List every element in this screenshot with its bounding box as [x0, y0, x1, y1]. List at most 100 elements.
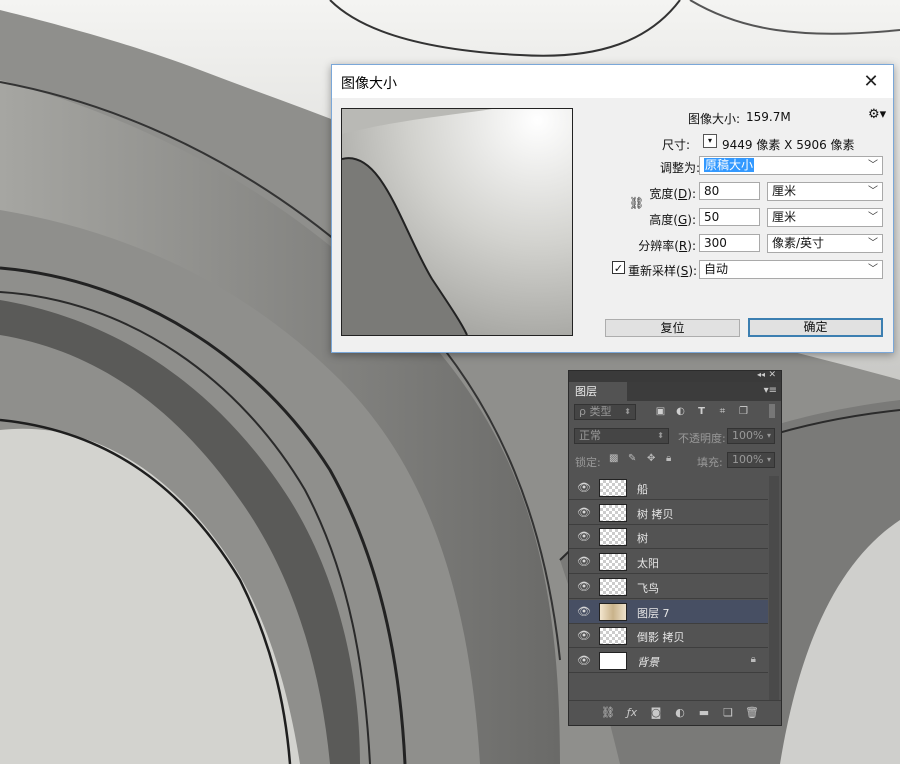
- filter-toggle[interactable]: [769, 404, 775, 418]
- image-preview[interactable]: [341, 108, 573, 336]
- layers-panel: ◂◂ ✕ 图层 ▾≡ ρ 类型 ⬍ ▣ ◐ T ⌗ ❐ 正常 ⬍ 不透明度: 100…: [568, 370, 782, 726]
- height-input[interactable]: 50: [699, 208, 760, 226]
- tab-layers[interactable]: 图层: [569, 382, 627, 401]
- stepper-icon: ⬍: [624, 407, 631, 416]
- resolution-unit-value: 像素/英寸: [772, 236, 825, 250]
- new-layer-icon[interactable]: ❏: [721, 706, 735, 720]
- lock-all-icon[interactable]: 🔒︎: [666, 453, 671, 464]
- height-label-text: 高度(: [649, 213, 678, 227]
- fit-to-select[interactable]: 原稿大小 ﹀: [699, 156, 883, 175]
- link-layers-icon[interactable]: ⛓: [601, 706, 615, 720]
- resolution-label-text: 分辨率(: [638, 239, 679, 253]
- eye-icon[interactable]: 👁︎: [577, 629, 591, 643]
- panel-top-strip[interactable]: ◂◂ ✕: [569, 370, 781, 382]
- fit-to-value: 原稿大小: [704, 158, 755, 172]
- chevron-down-icon: ▾: [766, 431, 771, 440]
- eye-icon[interactable]: 👁︎: [577, 654, 591, 668]
- layers-panel-footer: ⛓ ƒx ◙ ◐ ▬ ❏ 🗑︎: [569, 700, 781, 725]
- opacity-value: 100%: [732, 429, 764, 442]
- image-size-value: 159.7M: [746, 110, 791, 124]
- add-mask-icon[interactable]: ◙: [649, 706, 663, 720]
- eye-icon[interactable]: 👁︎: [577, 555, 591, 569]
- new-group-icon[interactable]: ▬: [697, 706, 711, 720]
- panel-tab-row: 图层 ▾≡: [569, 382, 781, 401]
- layer-thumbnail: [599, 577, 627, 596]
- layer-row[interactable]: 👁︎ 图层 7: [569, 599, 768, 624]
- height-unit-select[interactable]: 厘米 ﹀: [767, 208, 883, 227]
- pixel-filter-icon[interactable]: ▣: [655, 406, 666, 417]
- lock-transparent-icon[interactable]: ▩: [609, 453, 618, 464]
- resample-label[interactable]: 重新采样(S):: [628, 262, 697, 279]
- resample-label-text: 重新采样(: [628, 264, 681, 278]
- close-icon[interactable]: ✕: [849, 65, 893, 98]
- eye-icon[interactable]: 👁︎: [577, 530, 591, 544]
- reset-button[interactable]: 复位: [605, 319, 740, 337]
- layer-thumbnail: [599, 479, 627, 497]
- dialog-titlebar[interactable]: 图像大小 ✕: [332, 65, 893, 98]
- layer-name: 飞鸟: [637, 581, 659, 595]
- opacity-input[interactable]: 100% ▾: [727, 428, 775, 444]
- width-label: 宽度(D):: [582, 185, 696, 202]
- adjustment-layer-icon[interactable]: ◐: [673, 706, 687, 720]
- dimensions-unit-dropdown[interactable]: ▾: [703, 134, 717, 148]
- eye-icon[interactable]: 👁︎: [577, 506, 591, 520]
- lock-image-icon[interactable]: ✎: [628, 453, 636, 464]
- fill-label: 填充:: [697, 456, 723, 469]
- blend-mode-select[interactable]: 正常 ⬍: [574, 428, 669, 444]
- width-input[interactable]: 80: [699, 182, 760, 200]
- chevron-down-icon: ﹀: [868, 264, 878, 275]
- dimensions-value: 9449 像素 X 5906 像素: [722, 138, 855, 152]
- layer-filter-select[interactable]: ρ 类型 ⬍: [574, 404, 636, 420]
- dialog-title: 图像大小: [341, 76, 397, 92]
- layer-row[interactable]: 👁︎ 背景 🔒︎: [569, 649, 768, 673]
- delete-layer-icon[interactable]: 🗑︎: [745, 706, 759, 720]
- layer-list-scrollbar[interactable]: [769, 476, 779, 701]
- panel-menu-icon[interactable]: ▾≡: [764, 385, 777, 396]
- layer-row[interactable]: 👁︎ 飞鸟: [569, 575, 768, 599]
- chevron-down-icon: ﹀: [868, 212, 878, 223]
- layer-row[interactable]: 👁︎ 树 拷贝: [569, 501, 768, 525]
- ok-button[interactable]: 确定: [748, 318, 883, 337]
- lock-position-icon[interactable]: ✥: [647, 453, 655, 464]
- eye-icon[interactable]: 👁︎: [577, 481, 591, 495]
- chevron-down-icon: ﹀: [868, 186, 878, 197]
- width-label-text: 宽度(: [649, 187, 679, 201]
- layer-row[interactable]: 👁︎ 树: [569, 525, 768, 550]
- resample-checkbox[interactable]: ✓: [612, 261, 625, 275]
- image-size-label: 图像大小:: [687, 112, 740, 126]
- resolution-label-key: R: [678, 239, 688, 253]
- stepper-icon: ⬍: [657, 431, 664, 440]
- height-unit-value: 厘米: [772, 210, 797, 224]
- fx-icon[interactable]: ƒx: [625, 706, 639, 720]
- eye-icon[interactable]: 👁︎: [577, 605, 591, 619]
- eye-icon[interactable]: 👁︎: [577, 580, 591, 594]
- layer-thumbnail: [599, 553, 627, 572]
- width-label-key: D: [678, 187, 688, 201]
- layer-name: 太阳: [637, 557, 659, 571]
- dimensions-label: 尺寸:: [661, 138, 690, 152]
- resolution-unit-select[interactable]: 像素/英寸 ﹀: [767, 234, 883, 253]
- type-filter-icon[interactable]: T: [696, 406, 707, 417]
- layer-thumbnail: [599, 528, 627, 547]
- adjustment-filter-icon[interactable]: ◐: [675, 406, 686, 417]
- shape-filter-icon[interactable]: ⌗: [717, 406, 728, 417]
- layer-row[interactable]: 👁︎ 太阳: [569, 550, 768, 575]
- collapse-icon[interactable]: ◂◂: [757, 370, 765, 379]
- resample-value: 自动: [704, 262, 729, 276]
- resolution-label: 分辨率(R):: [582, 237, 696, 254]
- layer-row[interactable]: 👁︎ 船: [569, 476, 768, 500]
- smart-object-filter-icon[interactable]: ❐: [738, 406, 749, 417]
- resolution-input[interactable]: 300: [699, 234, 760, 252]
- fit-to-label: 调整为:: [659, 161, 700, 175]
- resample-select[interactable]: 自动 ﹀: [699, 260, 883, 279]
- height-label-key: G: [677, 213, 688, 227]
- close-icon[interactable]: ✕: [768, 370, 776, 380]
- layer-name: 船: [637, 483, 648, 496]
- layer-row[interactable]: 👁︎ 倒影 拷贝: [569, 624, 768, 649]
- lock-icon: 🔒︎: [750, 653, 756, 665]
- chevron-down-icon: ﹀: [868, 238, 878, 249]
- gear-icon[interactable]: ⚙▾: [868, 107, 886, 122]
- width-unit-select[interactable]: 厘米 ﹀: [767, 182, 883, 201]
- fill-input[interactable]: 100% ▾: [727, 452, 775, 468]
- layer-thumbnail: [599, 602, 627, 621]
